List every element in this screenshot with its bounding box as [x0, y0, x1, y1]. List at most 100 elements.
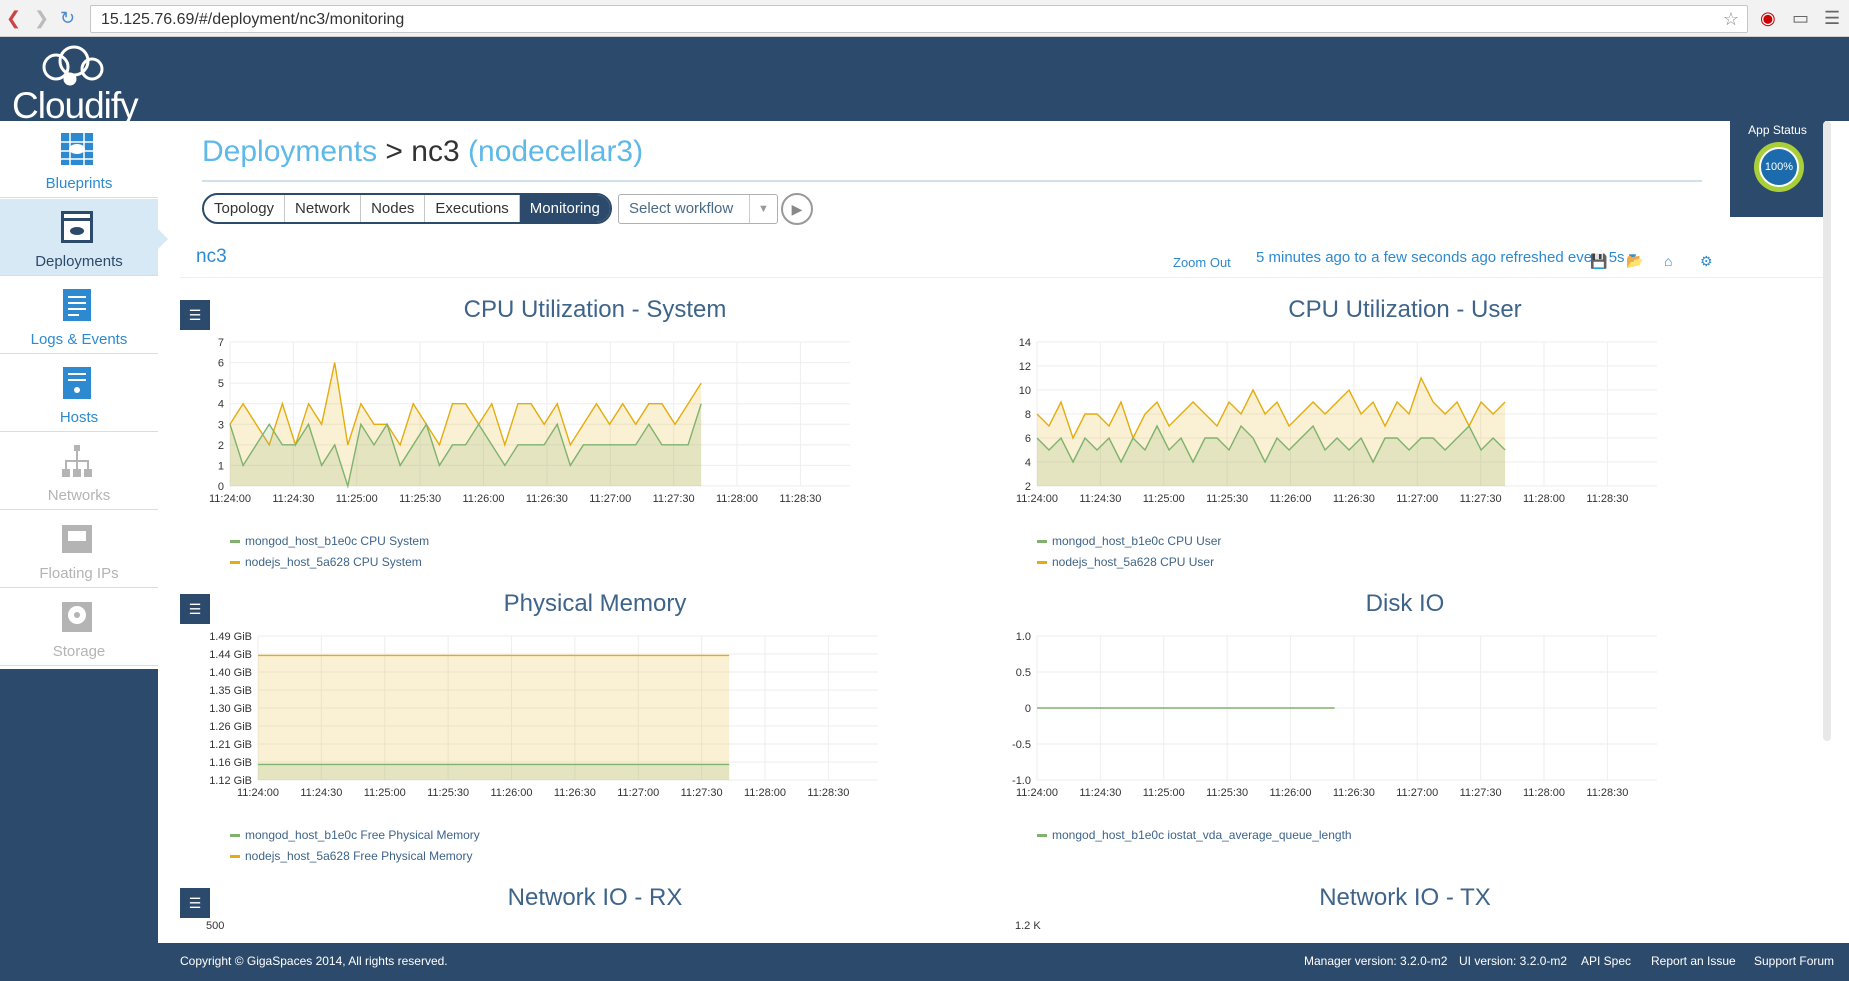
- title-divider: [202, 180, 1702, 182]
- footer: Copyright © GigaSpaces 2014, All rights …: [0, 943, 1849, 981]
- x-tick-label: 11:26:30: [554, 787, 596, 799]
- x-tick-label: 11:26:00: [1270, 493, 1312, 505]
- workflow-select[interactable]: Select workflow ▼: [618, 194, 778, 224]
- storage-icon: [62, 602, 92, 632]
- sidebar-item-storage: Storage: [0, 589, 158, 666]
- sidebar-item-logs-events[interactable]: Logs & Events: [0, 277, 158, 354]
- x-tick-label: 11:24:30: [1079, 787, 1121, 799]
- x-tick-label: 11:28:30: [779, 493, 821, 505]
- cast-icon[interactable]: ▭: [1792, 8, 1809, 29]
- legend-item[interactable]: nodejs_host_5a628 CPU System: [230, 555, 429, 576]
- tab-topology[interactable]: Topology: [204, 195, 286, 222]
- y-tick-label: 1.49 GiB: [209, 631, 252, 643]
- y-tick-label: 14: [1019, 337, 1031, 349]
- sidebar-item-hosts[interactable]: Hosts: [0, 355, 158, 432]
- report-issue-link[interactable]: Report an Issue: [1651, 954, 1736, 968]
- execute-workflow-button[interactable]: ▶: [781, 193, 813, 225]
- x-tick-label: 11:27:00: [617, 787, 659, 799]
- copyright-text: Copyright © GigaSpaces 2014, All rights …: [180, 954, 448, 968]
- sidebar-item-blueprints[interactable]: Blueprints: [0, 121, 158, 198]
- save-icon[interactable]: 💾: [1590, 253, 1607, 270]
- menu-icon[interactable]: ☰: [1824, 8, 1840, 29]
- legend-label: mongod_host_b1e0c Free Physical Memory: [245, 828, 480, 842]
- x-tick-label: 11:28:00: [716, 493, 758, 505]
- chart-legend: mongod_host_b1e0c CPU System nodejs_host_…: [230, 534, 429, 576]
- x-tick-label: 11:26:30: [1333, 493, 1375, 505]
- x-tick-label: 11:27:00: [589, 493, 631, 505]
- chart-panel-physical-memory: Physical Memory 1.12 GiB 1.16 GiB 1.21 GiB…: [200, 590, 990, 874]
- chart-title: CPU Utilization - System: [463, 296, 727, 323]
- breadcrumb-deployments[interactable]: Deployments: [202, 135, 377, 168]
- x-tick-label: 11:28:30: [1586, 787, 1628, 799]
- legend-label: nodejs_host_5a628 CPU User: [1052, 555, 1215, 569]
- tab-nodes[interactable]: Nodes: [361, 195, 426, 222]
- y-tick-label: 4: [218, 399, 224, 411]
- legend-swatch: [1037, 834, 1047, 838]
- app-status-label: App Status: [1748, 123, 1807, 137]
- legend-item[interactable]: nodejs_host_5a628 CPU User: [1037, 555, 1221, 576]
- x-tick-label: 11:28:00: [1523, 493, 1565, 505]
- y-tick-label: 500: [206, 920, 225, 932]
- cloudify-logo[interactable]: Cloudify: [12, 45, 142, 126]
- x-tick-label: 11:24:00: [1016, 493, 1058, 505]
- sidebar-item-deployments[interactable]: Deployments: [0, 199, 158, 276]
- sidebar-item-label: Logs & Events: [30, 331, 128, 348]
- sidebar-item-floating-ips: Floating IPs: [0, 511, 158, 588]
- legend-swatch: [230, 561, 240, 565]
- cloud-logo-icon: [42, 45, 104, 86]
- sidebar-item-label: Storage: [52, 643, 106, 660]
- x-tick-label: 11:24:00: [1016, 787, 1058, 799]
- legend-item[interactable]: mongod_host_b1e0c Free Physical Memory: [230, 828, 480, 849]
- deployments-icon: [61, 211, 93, 243]
- support-forum-link[interactable]: Support Forum: [1754, 954, 1834, 968]
- y-tick-label: 10: [1019, 385, 1031, 397]
- gear-icon[interactable]: ⚙: [1700, 253, 1713, 270]
- series-area: [258, 764, 730, 780]
- legend-swatch: [1037, 561, 1047, 565]
- series-area: [258, 655, 730, 780]
- chart-panel-network-rx: Network IO - RX 500: [200, 884, 990, 940]
- folder-open-icon[interactable]: 📂: [1626, 253, 1643, 270]
- sidebar: Blueprints Deployments Logs & Events Hos…: [0, 121, 168, 943]
- x-tick-label: 11:28:30: [807, 787, 849, 799]
- api-spec-link[interactable]: API Spec: [1581, 954, 1631, 968]
- chart-title: Network IO - TX: [1319, 884, 1491, 911]
- breadcrumb-separator: >: [385, 135, 403, 168]
- browser-toolbar: ❮ ❯ ↻ 15.125.76.69/#/deployment/nc3/moni…: [0, 0, 1849, 37]
- legend-swatch: [230, 540, 240, 544]
- y-tick-label: -1.0: [1012, 775, 1031, 787]
- page-scrollbar[interactable]: [1823, 121, 1831, 741]
- legend-label: mongod_host_b1e0c CPU User: [1052, 534, 1222, 548]
- home-icon[interactable]: ⌂: [1664, 253, 1672, 269]
- back-icon[interactable]: ❮: [6, 8, 21, 29]
- legend-item[interactable]: mongod_host_b1e0c iostat_vda_average_que…: [1037, 828, 1352, 849]
- app-status-panel: App Status 100%: [1730, 121, 1825, 217]
- chart-title: Physical Memory: [503, 590, 687, 617]
- legend-item[interactable]: mongod_host_b1e0c CPU System: [230, 534, 429, 555]
- zoom-out-link[interactable]: Zoom Out: [1173, 255, 1231, 270]
- legend-swatch: [230, 855, 240, 859]
- y-tick-label: 1.0: [1016, 631, 1031, 643]
- x-tick-label: 11:26:00: [1270, 787, 1312, 799]
- legend-item[interactable]: mongod_host_b1e0c CPU User: [1037, 534, 1221, 555]
- chart-panel-cpu-system: CPU Utilization - System 0 1 2 3 4 5 6 7 11:24:0…: [200, 296, 990, 580]
- chart-title: Disk IO: [1365, 590, 1445, 617]
- forward-icon[interactable]: ❯: [34, 8, 49, 29]
- tab-monitoring[interactable]: Monitoring: [519, 195, 610, 222]
- legend-item[interactable]: nodejs_host_5a628 Free Physical Memory: [230, 849, 480, 870]
- reload-icon[interactable]: ↻: [60, 8, 75, 29]
- y-tick-label: 8: [1025, 409, 1031, 421]
- extension-icon[interactable]: ◉: [1760, 8, 1776, 29]
- bookmark-star-icon[interactable]: ☆: [1723, 9, 1739, 30]
- workflow-placeholder: Select workflow: [629, 200, 734, 217]
- sidebar-menu: Blueprints Deployments Logs & Events Hos…: [0, 121, 158, 669]
- time-range-picker[interactable]: 5 minutes ago to a few seconds ago refre…: [1256, 248, 1636, 266]
- x-tick-label: 11:25:30: [1206, 493, 1248, 505]
- logs-icon: [63, 289, 91, 321]
- dashboard-toolbar: nc3 Zoom Out 5 minutes ago to a few seco…: [180, 236, 1824, 278]
- tab-network[interactable]: Network: [285, 195, 362, 222]
- tab-executions[interactable]: Executions: [425, 195, 520, 222]
- address-bar[interactable]: 15.125.76.69/#/deployment/nc3/monitoring…: [90, 5, 1748, 33]
- x-tick-label: 11:26:00: [491, 787, 533, 799]
- y-tick-label: 1.44 GiB: [209, 649, 252, 661]
